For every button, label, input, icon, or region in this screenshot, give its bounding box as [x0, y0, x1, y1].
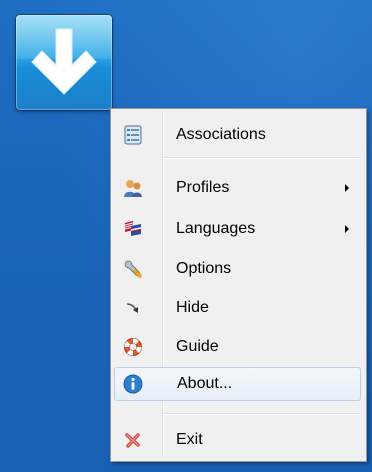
languages-flags-icon [123, 219, 143, 239]
menu-item-label: About... [177, 375, 233, 392]
menu-item-label: Exit [176, 431, 203, 448]
menu-item-label: Options [176, 260, 232, 277]
menu-item-label: Hide [176, 299, 209, 316]
menu-item-label: Associations [176, 126, 266, 143]
profiles-users-icon [123, 178, 143, 198]
menu-item-options[interactable]: Options [114, 252, 361, 286]
info-icon [123, 374, 143, 394]
menu-item-guide[interactable]: Guide [114, 330, 361, 364]
context-menu: Associations Profiles Languages Options … [110, 108, 367, 462]
menu-item-label: Languages [176, 220, 256, 237]
menu-item-label: Profiles [176, 179, 230, 196]
hide-arrow-icon [123, 298, 143, 318]
menu-item-exit[interactable]: Exit [114, 423, 361, 457]
submenu-arrow-icon [345, 184, 349, 192]
menu-item-languages[interactable]: Languages [114, 212, 361, 246]
tray-app-download-icon[interactable] [16, 15, 112, 110]
associations-list-icon [123, 125, 143, 145]
menu-item-profiles[interactable]: Profiles [114, 171, 361, 205]
menu-item-associations[interactable]: Associations [114, 118, 361, 152]
menu-item-label: Guide [176, 338, 219, 355]
wrench-icon [123, 259, 143, 279]
lifebuoy-icon [123, 337, 143, 357]
menu-separator [163, 413, 359, 415]
submenu-arrow-icon [345, 225, 349, 233]
menu-item-hide[interactable]: Hide [114, 291, 361, 325]
close-x-icon [123, 430, 143, 450]
menu-item-about[interactable]: About... [114, 367, 361, 401]
menu-separator [163, 157, 359, 159]
